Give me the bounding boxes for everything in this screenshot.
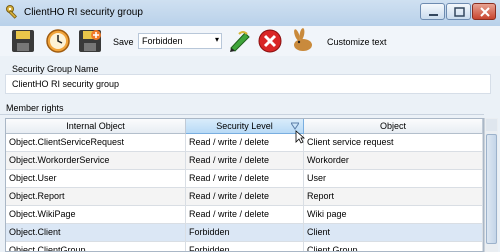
column-header-label: Security Level (216, 121, 273, 131)
mouse-cursor-icon (295, 130, 305, 144)
cell-object[interactable]: Client Group (304, 242, 483, 251)
cell-internal-object[interactable]: Object.WikiPage (6, 206, 186, 223)
save-label[interactable]: Save (113, 37, 134, 47)
cell-object[interactable]: Workorder (304, 152, 483, 169)
minimize-icon (429, 14, 438, 16)
maximize-button[interactable] (446, 3, 471, 20)
cell-internal-object[interactable]: Object.ClientGroup (6, 242, 186, 251)
save-copy-icon[interactable] (77, 28, 103, 54)
cell-security-level[interactable]: Forbidden (186, 224, 304, 241)
cell-security-level[interactable]: Read / write / delete (186, 188, 304, 205)
cell-internal-object[interactable]: Object.WorkorderService (6, 152, 186, 169)
table-row[interactable]: Object.ClientGroup Forbidden Client Group (6, 242, 483, 251)
key-icon (6, 5, 18, 19)
cell-object[interactable]: Client service request (304, 134, 483, 151)
section-divider (0, 114, 484, 115)
maximize-icon (454, 7, 465, 17)
group-name-field[interactable]: ClientHO RI security group (5, 74, 491, 94)
group-name-label: Security Group Name (12, 64, 99, 74)
minimize-button[interactable] (420, 3, 445, 20)
cell-internal-object[interactable]: Object.Client (6, 224, 186, 241)
security-level-value: Forbidden (142, 36, 183, 46)
toolbar: Save Forbidden ▾ Customize text (0, 26, 500, 56)
delete-icon[interactable] (257, 28, 283, 54)
title-bar: ClientHO RI security group (0, 0, 500, 27)
table-row[interactable]: Object.WikiPage Read / write / delete Wiki… (6, 206, 483, 224)
cell-object[interactable]: Report (304, 188, 483, 205)
table-row[interactable]: Object.ClientServiceRequest Read / write … (6, 134, 483, 152)
column-header-internal-object[interactable]: Internal Object (6, 119, 186, 134)
cell-security-level[interactable]: Forbidden (186, 242, 304, 251)
cell-security-level[interactable]: Read / write / delete (186, 206, 304, 223)
table-row[interactable]: Object.User Read / write / delete User (6, 170, 483, 188)
chevron-down-icon: ▾ (214, 35, 219, 44)
vertical-scrollbar[interactable] (484, 118, 498, 252)
column-header-label: Internal Object (66, 121, 125, 131)
cell-object[interactable]: Client (304, 224, 483, 241)
cell-object[interactable]: User (304, 170, 483, 187)
close-icon (480, 7, 490, 17)
scroll-up-icon[interactable] (486, 119, 497, 131)
column-header-object[interactable]: Object (304, 119, 483, 134)
cell-security-level[interactable]: Read / write / delete (186, 170, 304, 187)
member-rights-label: Member rights (6, 103, 64, 113)
column-header-security-level[interactable]: Security Level (186, 119, 304, 134)
member-rights-grid: Internal Object Security Level Object Ob… (5, 118, 484, 252)
edit-pencil-icon[interactable] (227, 28, 253, 54)
schedule-icon[interactable] (45, 28, 71, 54)
cell-internal-object[interactable]: Object.User (6, 170, 186, 187)
table-row[interactable]: Object.Report Read / write / delete Report (6, 188, 483, 206)
window-title: ClientHO RI security group (24, 7, 143, 18)
cell-internal-object[interactable]: Object.ClientServiceRequest (6, 134, 186, 151)
cell-object[interactable]: Wiki page (304, 206, 483, 223)
close-button[interactable] (472, 3, 496, 20)
scroll-thumb[interactable] (486, 134, 497, 244)
column-header-label: Object (379, 121, 406, 131)
cell-security-level[interactable]: Read / write / delete (186, 134, 304, 151)
table-row[interactable]: Object.Client Forbidden Client (6, 224, 483, 242)
customize-text-button[interactable]: Customize text (327, 37, 387, 47)
table-row[interactable]: Object.WorkorderService Read / write / de… (6, 152, 483, 170)
cell-internal-object[interactable]: Object.Report (6, 188, 186, 205)
cell-security-level[interactable]: Read / write / delete (186, 152, 304, 169)
security-level-select[interactable]: Forbidden ▾ (138, 33, 222, 49)
rabbit-icon[interactable] (289, 28, 315, 54)
filter-icon[interactable] (291, 122, 299, 130)
group-name-value: ClientHO RI security group (12, 79, 120, 89)
save-icon[interactable] (10, 28, 36, 54)
